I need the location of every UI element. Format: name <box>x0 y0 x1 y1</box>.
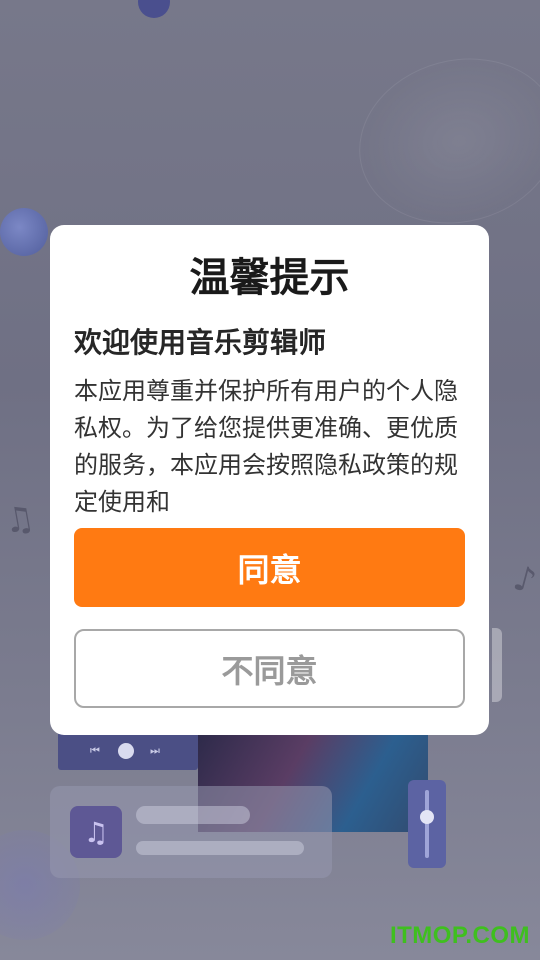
volume-slider <box>408 780 446 868</box>
placeholder-bar <box>136 806 250 824</box>
music-note-icon: ♫ <box>70 806 122 858</box>
music-note-icon: ♪ <box>509 557 540 603</box>
disagree-button[interactable]: 不同意 <box>74 629 465 708</box>
music-card: ♫ <box>50 786 332 878</box>
mini-player: ⏮ ⏭ <box>58 732 198 770</box>
agree-button[interactable]: 同意 <box>74 528 465 607</box>
slider-track <box>425 790 429 858</box>
music-note-icon: ♫ <box>0 497 38 543</box>
watermark: ITMOP.COM <box>389 922 530 949</box>
decorative-orb <box>0 208 48 256</box>
next-icon: ⏭ <box>150 744 160 757</box>
decorative-card <box>492 628 502 702</box>
dialog-subtitle: 欢迎使用音乐剪辑师 <box>74 326 327 359</box>
placeholder-bar <box>136 841 304 855</box>
decorative-orb <box>138 0 170 18</box>
dialog-title: 温馨提示 <box>189 255 350 301</box>
privacy-text[interactable]: 本应用尊重并保护所有用户的个人隐私权。为了给您提供更准确、更优质的服务，本应用会… <box>74 373 469 521</box>
vinyl-disc-decoration <box>340 36 540 246</box>
privacy-dialog: 温馨提示 欢迎使用音乐剪辑师 本应用尊重并保护所有用户的个人隐私权。为了给您提供… <box>50 225 489 735</box>
play-icon <box>118 743 134 759</box>
prev-icon: ⏮ <box>90 744 100 757</box>
slider-knob <box>420 810 434 824</box>
